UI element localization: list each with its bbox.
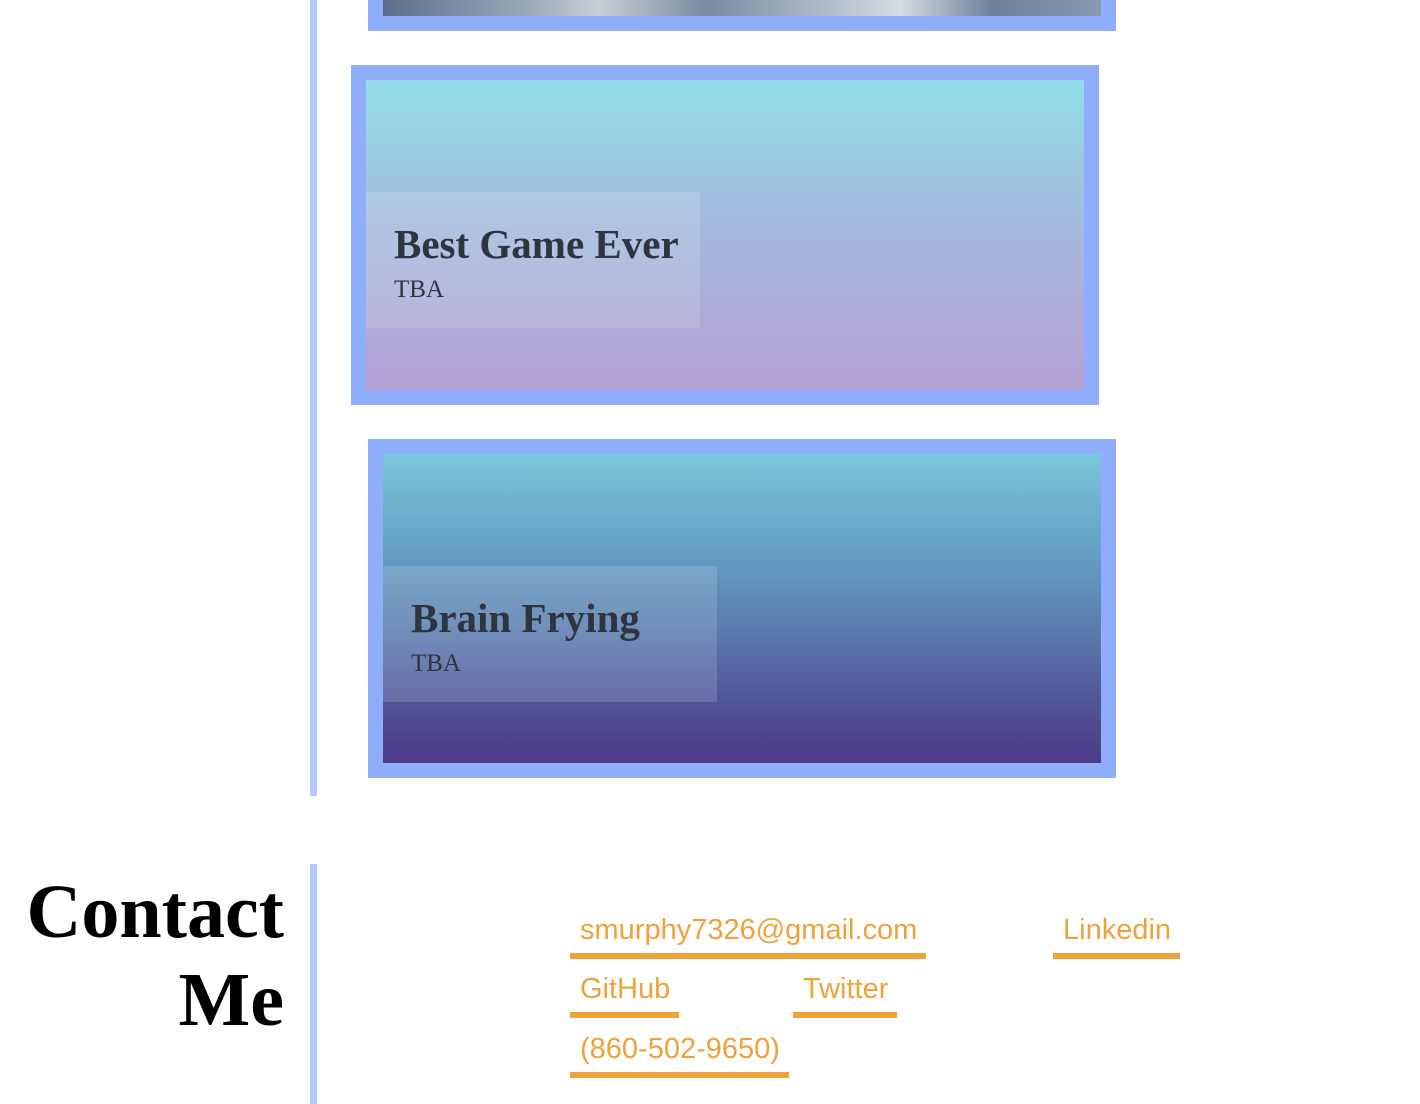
twitter-link[interactable]: Twitter — [793, 975, 898, 1018]
project-title: Brain Frying — [411, 595, 640, 641]
contact-divider-line — [310, 864, 317, 1104]
project-card-brain-frying[interactable]: Brain Frying TBA — [368, 439, 1116, 778]
project-caption: Best Game Ever TBA — [366, 192, 700, 328]
contact-heading: Contact Me — [0, 868, 284, 1044]
project-card-photo[interactable] — [368, 0, 1116, 31]
project-status: TBA — [411, 650, 461, 677]
phone-link[interactable]: (860-502-9650) — [570, 1035, 789, 1078]
project-caption: Brain Frying TBA — [383, 566, 717, 702]
project-title: Best Game Ever — [394, 221, 679, 267]
project-photo-image — [383, 0, 1101, 16]
project-card-best-game-ever[interactable]: Best Game Ever TBA — [351, 65, 1099, 405]
linkedin-link[interactable]: Linkedin — [1053, 916, 1181, 959]
project-status: TBA — [394, 276, 444, 303]
email-link[interactable]: smurphy7326@gmail.com — [570, 916, 927, 959]
contact-heading-line1: Contact — [26, 870, 284, 954]
github-link[interactable]: GitHub — [570, 975, 680, 1018]
section-divider-line — [310, 0, 317, 796]
contact-heading-line2: Me — [178, 958, 284, 1042]
